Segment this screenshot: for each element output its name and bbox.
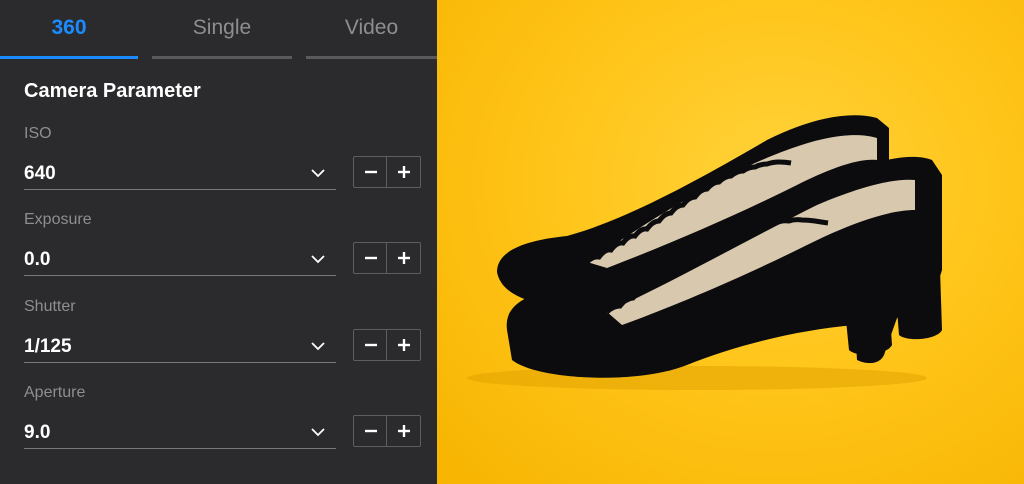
exposure-label: Exposure <box>24 211 92 228</box>
exposure-decrement-button[interactable] <box>354 243 387 273</box>
minus-icon <box>365 256 377 260</box>
exposure-stepper <box>353 242 421 274</box>
iso-increment-button[interactable] <box>387 157 420 187</box>
shutter-stepper <box>353 329 421 361</box>
iso-stepper <box>353 156 421 188</box>
shutter-increment-button[interactable] <box>387 330 420 360</box>
shutter-value: 1/125 <box>24 336 72 357</box>
shutter-select[interactable]: 1/125 <box>24 329 336 363</box>
tab-underline <box>152 56 292 59</box>
camera-settings-panel: 360 Single Video Camera Parameter ISO 64… <box>0 0 437 484</box>
camera-preview <box>437 0 1024 484</box>
plus-icon <box>398 166 410 178</box>
tab-underline <box>306 56 437 59</box>
aperture-stepper <box>353 415 421 447</box>
mode-tabs: 360 Single Video <box>0 0 437 62</box>
minus-icon <box>365 343 377 347</box>
tab-label: Video <box>344 16 399 39</box>
tab-label: Single <box>192 16 252 39</box>
exposure-increment-button[interactable] <box>387 243 420 273</box>
chevron-down-icon <box>311 342 325 351</box>
chevron-down-icon <box>311 255 325 264</box>
aperture-increment-button[interactable] <box>387 416 420 446</box>
plus-icon <box>398 425 410 437</box>
shutter-label: Shutter <box>24 298 76 315</box>
section-title: Camera Parameter <box>24 80 201 102</box>
tab-360[interactable]: 360 <box>0 0 138 62</box>
exposure-select[interactable]: 0.0 <box>24 242 336 276</box>
aperture-decrement-button[interactable] <box>354 416 387 446</box>
shutter-decrement-button[interactable] <box>354 330 387 360</box>
plus-icon <box>398 339 410 351</box>
tab-label: 360 <box>51 16 87 39</box>
minus-icon <box>365 429 377 433</box>
tab-underline <box>0 56 138 59</box>
aperture-value: 9.0 <box>24 422 51 443</box>
exposure-value: 0.0 <box>24 249 51 270</box>
plus-icon <box>398 252 410 264</box>
iso-label: ISO <box>24 125 52 142</box>
minus-icon <box>365 170 377 174</box>
chevron-down-icon <box>311 428 325 437</box>
iso-decrement-button[interactable] <box>354 157 387 187</box>
aperture-select[interactable]: 9.0 <box>24 415 336 449</box>
tab-single[interactable]: Single <box>152 0 292 62</box>
aperture-label: Aperture <box>24 384 86 401</box>
tab-video[interactable]: Video <box>306 0 437 62</box>
shoes-photo <box>467 115 942 390</box>
chevron-down-icon <box>311 169 325 178</box>
iso-value: 640 <box>24 163 56 184</box>
iso-select[interactable]: 640 <box>24 156 336 190</box>
